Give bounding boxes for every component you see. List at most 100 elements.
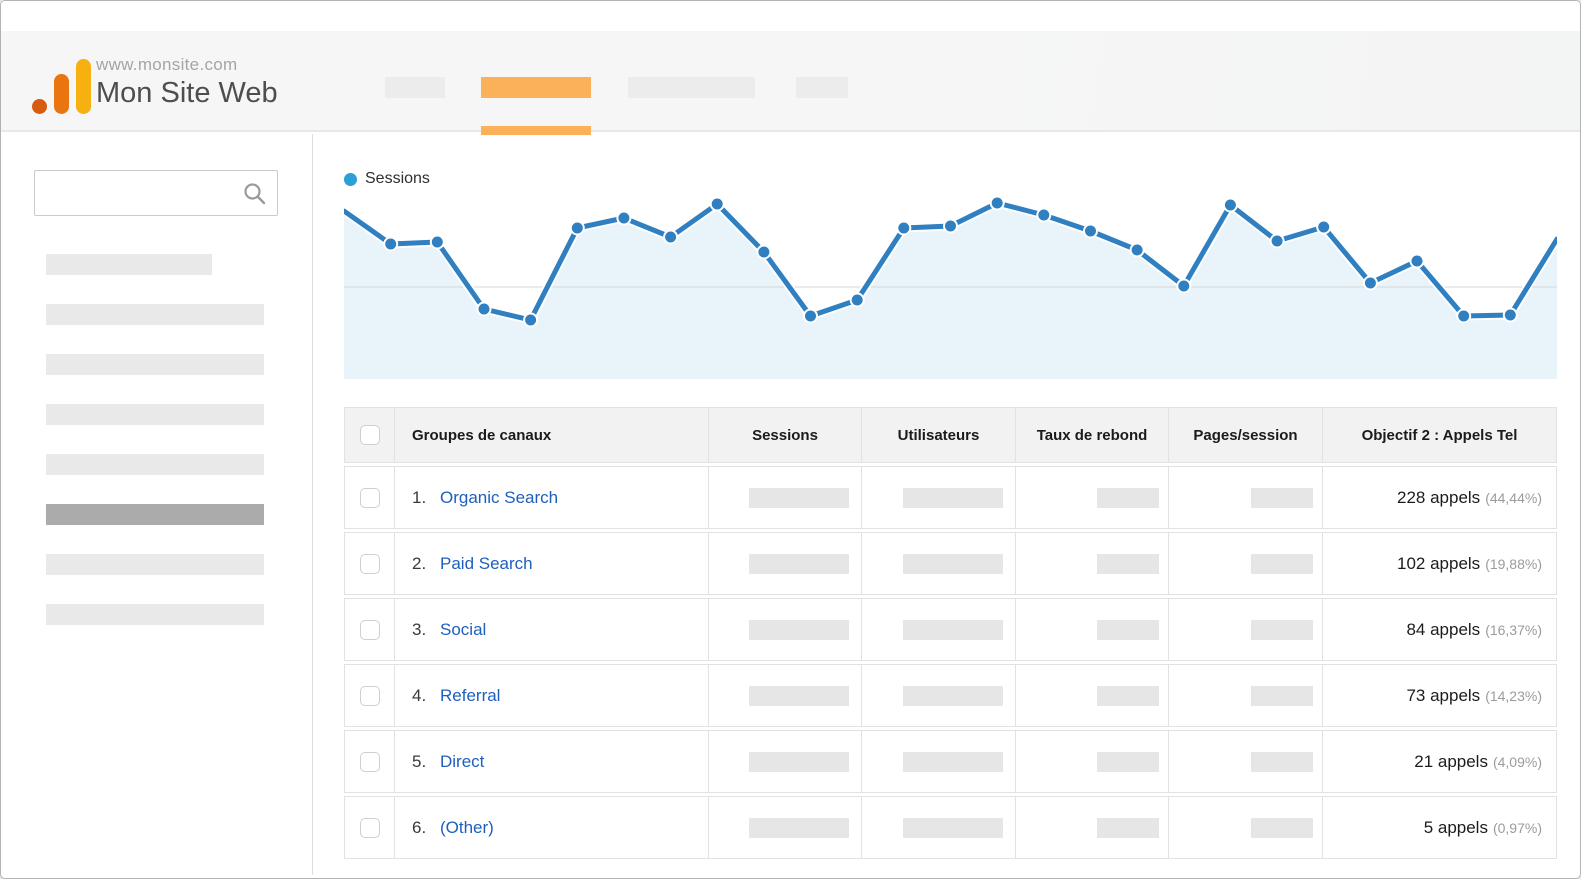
- placeholder-bar: [1251, 487, 1313, 508]
- chart-data-point: [1269, 233, 1285, 249]
- sidebar-item-3[interactable]: [46, 354, 264, 375]
- chart-data-point: [429, 234, 445, 250]
- placeholder-bar: [903, 751, 1003, 772]
- users-cell: [862, 730, 1016, 793]
- pages-session-cell: [1169, 466, 1323, 529]
- sidebar-item-7[interactable]: [46, 554, 264, 575]
- channel-link[interactable]: Direct: [440, 752, 484, 771]
- row-checkbox[interactable]: [359, 751, 380, 772]
- logo-bar-medium: [54, 74, 69, 114]
- objective-percent: (4,09%): [1492, 753, 1542, 770]
- pages-session-cell: [1169, 598, 1323, 661]
- objective-value: 102 appels: [1397, 553, 1481, 573]
- table-row: 5. Direct 21 appels (4,09%): [344, 730, 1557, 793]
- chart-data-point: [1456, 308, 1472, 324]
- placeholder-bar: [749, 487, 849, 508]
- placeholder-bar: [1097, 817, 1159, 838]
- channels-table-wrap: Groupes de canaux Sessions Utilisateurs …: [344, 404, 1557, 862]
- sessions-cell: [709, 598, 862, 661]
- chart-data-point: [1176, 278, 1192, 294]
- chart-data-point: [663, 229, 679, 245]
- bounce-rate-cell: [1016, 532, 1169, 595]
- row-rank: 4.: [412, 685, 427, 705]
- row-checkbox[interactable]: [359, 817, 380, 838]
- placeholder-bar: [749, 553, 849, 574]
- chart-data-point: [849, 292, 865, 308]
- row-checkbox[interactable]: [359, 619, 380, 640]
- row-rank: 6.: [412, 817, 427, 837]
- row-checkbox[interactable]: [359, 685, 380, 706]
- row-rank: 5.: [412, 751, 427, 771]
- chart-data-point: [989, 195, 1005, 211]
- row-checkbox[interactable]: [359, 487, 380, 508]
- search-input[interactable]: [35, 171, 277, 215]
- analytics-logo-icon: [32, 59, 92, 115]
- users-cell: [862, 466, 1016, 529]
- objective-cell: 5 appels (0,97%): [1323, 796, 1557, 859]
- legend-label: Sessions: [365, 170, 430, 187]
- pages-session-cell: [1169, 532, 1323, 595]
- objective-cell: 102 appels (19,88%): [1323, 532, 1557, 595]
- bounce-rate-cell: [1016, 664, 1169, 727]
- header-checkbox-cell: [344, 407, 395, 463]
- col-header-users: Utilisateurs: [862, 407, 1016, 463]
- row-checkbox[interactable]: [359, 553, 380, 574]
- placeholder-bar: [903, 487, 1003, 508]
- sidebar-item-4[interactable]: [46, 404, 264, 425]
- sidebar-item-8[interactable]: [46, 604, 264, 625]
- select-all-checkbox[interactable]: [359, 425, 380, 445]
- sessions-cell: [709, 664, 862, 727]
- chart-data-point: [1222, 197, 1238, 213]
- placeholder-bar: [1097, 751, 1159, 772]
- chart-data-point: [1316, 219, 1332, 235]
- channel-link[interactable]: Social: [440, 620, 486, 639]
- header-tab-4[interactable]: [796, 77, 848, 98]
- row-checkbox-cell: [344, 664, 395, 727]
- legend-dot-icon: [344, 172, 357, 186]
- chart-data-point: [1129, 242, 1145, 258]
- chart-data-point: [943, 218, 958, 234]
- sidebar-item-2[interactable]: [46, 304, 264, 325]
- chart-data-point: [803, 308, 818, 324]
- table-row: 3. Social 84 appels (16,37%): [344, 598, 1557, 661]
- logo-bar-tall: [76, 59, 91, 114]
- channel-link[interactable]: Organic Search: [440, 488, 558, 507]
- header-tab-2-active[interactable]: [481, 77, 591, 98]
- search-icon: [244, 183, 266, 205]
- bounce-rate-cell: [1016, 796, 1169, 859]
- row-checkbox-cell: [344, 532, 395, 595]
- objective-percent: (14,23%): [1485, 687, 1542, 704]
- channel-link[interactable]: Paid Search: [440, 554, 533, 573]
- placeholder-bar: [1097, 553, 1159, 574]
- active-tab-underline: [481, 126, 591, 135]
- row-checkbox-cell: [344, 730, 395, 793]
- sidebar-item-6-active[interactable]: [46, 504, 264, 525]
- logo-dot: [32, 99, 47, 114]
- sessions-cell: [709, 730, 862, 793]
- site-url: www.monsite.com: [96, 55, 238, 74]
- objective-cell: 84 appels (16,37%): [1323, 598, 1557, 661]
- sidebar-item-1[interactable]: [46, 254, 212, 275]
- sidebar-item-5[interactable]: [46, 454, 264, 475]
- placeholder-bar: [1251, 685, 1313, 706]
- row-rank: 2.: [412, 553, 427, 573]
- table-row: 2. Paid Search 102 appels (19,88%): [344, 532, 1557, 595]
- channel-cell: 3. Social: [395, 598, 709, 661]
- objective-value: 21 appels: [1414, 751, 1488, 771]
- channel-cell: 4. Referral: [395, 664, 709, 727]
- header-tab-1[interactable]: [385, 77, 445, 98]
- sessions-cell: [709, 532, 862, 595]
- analytics-dashboard: www.monsite.com Mon Site Web Sessions Gr…: [0, 0, 1581, 879]
- header-tab-3[interactable]: [628, 77, 755, 98]
- objective-cell: 73 appels (14,23%): [1323, 664, 1557, 727]
- col-header-channel: Groupes de canaux: [395, 407, 709, 463]
- placeholder-bar: [1097, 619, 1159, 640]
- objective-value: 228 appels: [1397, 487, 1481, 507]
- channel-link[interactable]: (Other): [440, 818, 494, 837]
- channel-link[interactable]: Referral: [440, 686, 500, 705]
- chart-data-point: [756, 244, 772, 260]
- objective-percent: (0,97%): [1492, 819, 1542, 836]
- site-name: Mon Site Web: [96, 77, 278, 109]
- table-row: 6. (Other) 5 appels (0,97%): [344, 796, 1557, 859]
- col-header-sessions: Sessions: [709, 407, 862, 463]
